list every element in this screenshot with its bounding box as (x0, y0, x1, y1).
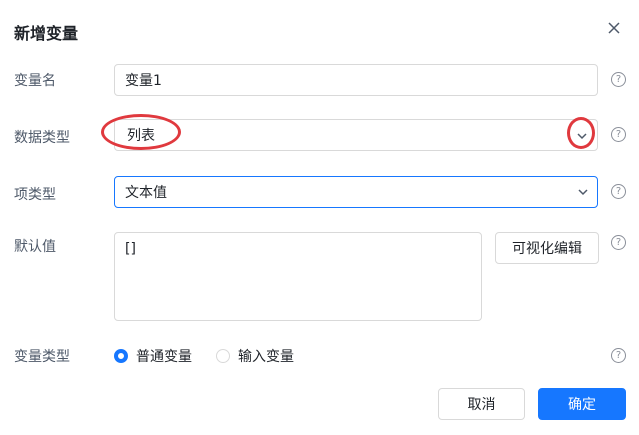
default-value-textarea[interactable]: [] (114, 232, 482, 321)
item-type-select[interactable]: 文本值 (114, 176, 598, 208)
radio-label-input: 输入变量 (238, 349, 294, 365)
add-variable-dialog: 新增变量 变量名 变量1 ? 数据类型 列表 ? 项类型 文本值 ? 默认值 [… (0, 0, 639, 435)
help-icon-data-type[interactable]: ? (611, 127, 626, 142)
variable-type-label: 变量类型 (14, 349, 70, 365)
cancel-button[interactable]: 取消 (438, 388, 525, 420)
help-icon-variable-type[interactable]: ? (611, 348, 626, 363)
chevron-down-icon[interactable] (575, 129, 589, 143)
help-icon-item-type[interactable]: ? (611, 184, 626, 199)
data-type-select[interactable]: 列表 (114, 119, 598, 151)
dialog-title: 新增变量 (14, 24, 79, 43)
radio-dot-unselected[interactable] (216, 349, 230, 363)
visual-edit-button[interactable]: 可视化编辑 (495, 232, 599, 264)
item-type-value: 文本值 (125, 185, 167, 201)
help-icon-default-value[interactable]: ? (611, 235, 626, 250)
data-type-label: 数据类型 (14, 130, 70, 146)
item-type-label: 项类型 (14, 187, 56, 203)
help-icon-name[interactable]: ? (611, 72, 626, 87)
default-value-label: 默认值 (14, 239, 56, 255)
close-icon[interactable] (604, 18, 624, 38)
variable-name-label: 变量名 (14, 73, 56, 89)
radio-label-normal: 普通变量 (136, 349, 192, 365)
radio-dot-selected[interactable] (114, 349, 128, 363)
confirm-button[interactable]: 确定 (538, 388, 626, 420)
variable-name-value: 变量1 (125, 73, 162, 89)
data-type-value: 列表 (127, 128, 155, 144)
radio-input-variable[interactable]: 输入变量 (216, 346, 294, 366)
radio-normal-variable[interactable]: 普通变量 (114, 346, 192, 366)
chevron-down-icon[interactable] (576, 185, 590, 199)
variable-name-input[interactable]: 变量1 (114, 64, 598, 96)
